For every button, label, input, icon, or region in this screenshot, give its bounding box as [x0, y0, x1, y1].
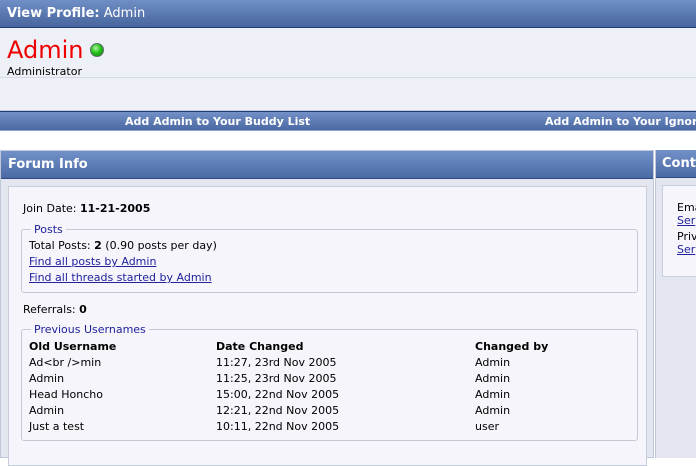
changed-by-cell: Admin	[475, 372, 511, 385]
find-all-threads-link[interactable]: Find all threads started by Admin	[29, 271, 212, 284]
profile-panel: Admin Administrator	[0, 28, 696, 111]
add-buddy-link[interactable]: Add Admin to Your Buddy List	[125, 115, 310, 128]
private-message-label: Priv	[677, 230, 696, 243]
forum-info-body: Join Date: 11-21-2005 Posts Total Posts:…	[8, 186, 647, 466]
send-private-message-link[interactable]: Ser	[677, 243, 695, 256]
find-all-posts-link[interactable]: Find all posts by Admin	[29, 255, 156, 268]
total-posts-label: Total Posts:	[29, 239, 91, 252]
old-username-cell: Admin	[29, 372, 65, 385]
referrals: Referrals: 0	[23, 303, 87, 316]
changed-by-cell: user	[475, 420, 499, 433]
send-email-link[interactable]: Ser	[677, 214, 695, 227]
contact-info-body: Ema Ser Priv Ser	[662, 185, 696, 277]
view-profile-label: View Profile:	[7, 6, 100, 21]
join-date: Join Date: 11-21-2005	[23, 202, 150, 215]
buddy-ignore-bar: Add Admin to Your Buddy List Add Admin t…	[0, 111, 696, 131]
column-date-changed: Date Changed	[216, 340, 304, 353]
total-posts: Total Posts: 2 (0.90 posts per day)	[29, 239, 217, 252]
column-changed-by: Changed by	[475, 340, 549, 353]
contact-info-header: Cont	[656, 150, 696, 178]
old-username-cell: Head Honcho	[29, 388, 103, 401]
old-username-cell: Admin	[29, 404, 65, 417]
contact-info-panel: Cont Ema Ser Priv Ser	[655, 150, 696, 458]
date-changed-cell: 15:00, 22nd Nov 2005	[216, 388, 340, 401]
column-old-username: Old Username	[29, 340, 117, 353]
add-ignore-link[interactable]: Add Admin to Your Ignore I	[545, 115, 696, 128]
date-changed-cell: 11:25, 23rd Nov 2005	[216, 372, 337, 385]
join-date-label: Join Date:	[23, 202, 77, 215]
changed-by-cell: Admin	[475, 404, 511, 417]
join-date-value: 11-21-2005	[80, 202, 151, 215]
total-posts-value: 2	[94, 239, 102, 252]
forum-info-header: Forum Info	[1, 151, 653, 179]
date-changed-cell: 12:21, 22nd Nov 2005	[216, 404, 340, 417]
forum-info-title: Forum Info	[8, 157, 88, 172]
date-changed-cell: 11:27, 23rd Nov 2005	[216, 356, 337, 369]
online-status-icon	[90, 43, 104, 57]
referrals-label: Referrals:	[23, 303, 76, 316]
forum-info-panel: Forum Info Join Date: 11-21-2005 Posts T…	[0, 150, 654, 466]
changed-by-cell: Admin	[475, 356, 511, 369]
email-label: Ema	[677, 201, 696, 214]
view-profile-username: Admin	[103, 6, 146, 21]
previous-usernames-legend: Previous Usernames	[31, 323, 149, 336]
view-profile-title: View Profile: Admin	[7, 6, 145, 21]
posts-per-day: (0.90 posts per day)	[105, 239, 217, 252]
changed-by-cell: Admin	[475, 388, 511, 401]
referrals-value: 0	[79, 303, 87, 316]
spacer	[0, 131, 696, 150]
profile-divider	[0, 77, 696, 78]
old-username-cell: Just a test	[29, 420, 85, 433]
contact-info-title: Cont	[662, 156, 696, 171]
posts-legend: Posts	[31, 223, 66, 236]
date-changed-cell: 10:11, 22nd Nov 2005	[216, 420, 340, 433]
view-profile-titlebar: View Profile: Admin	[0, 0, 696, 28]
old-username-cell: Ad<br />min	[29, 356, 102, 369]
profile-username: Admin	[7, 36, 84, 64]
